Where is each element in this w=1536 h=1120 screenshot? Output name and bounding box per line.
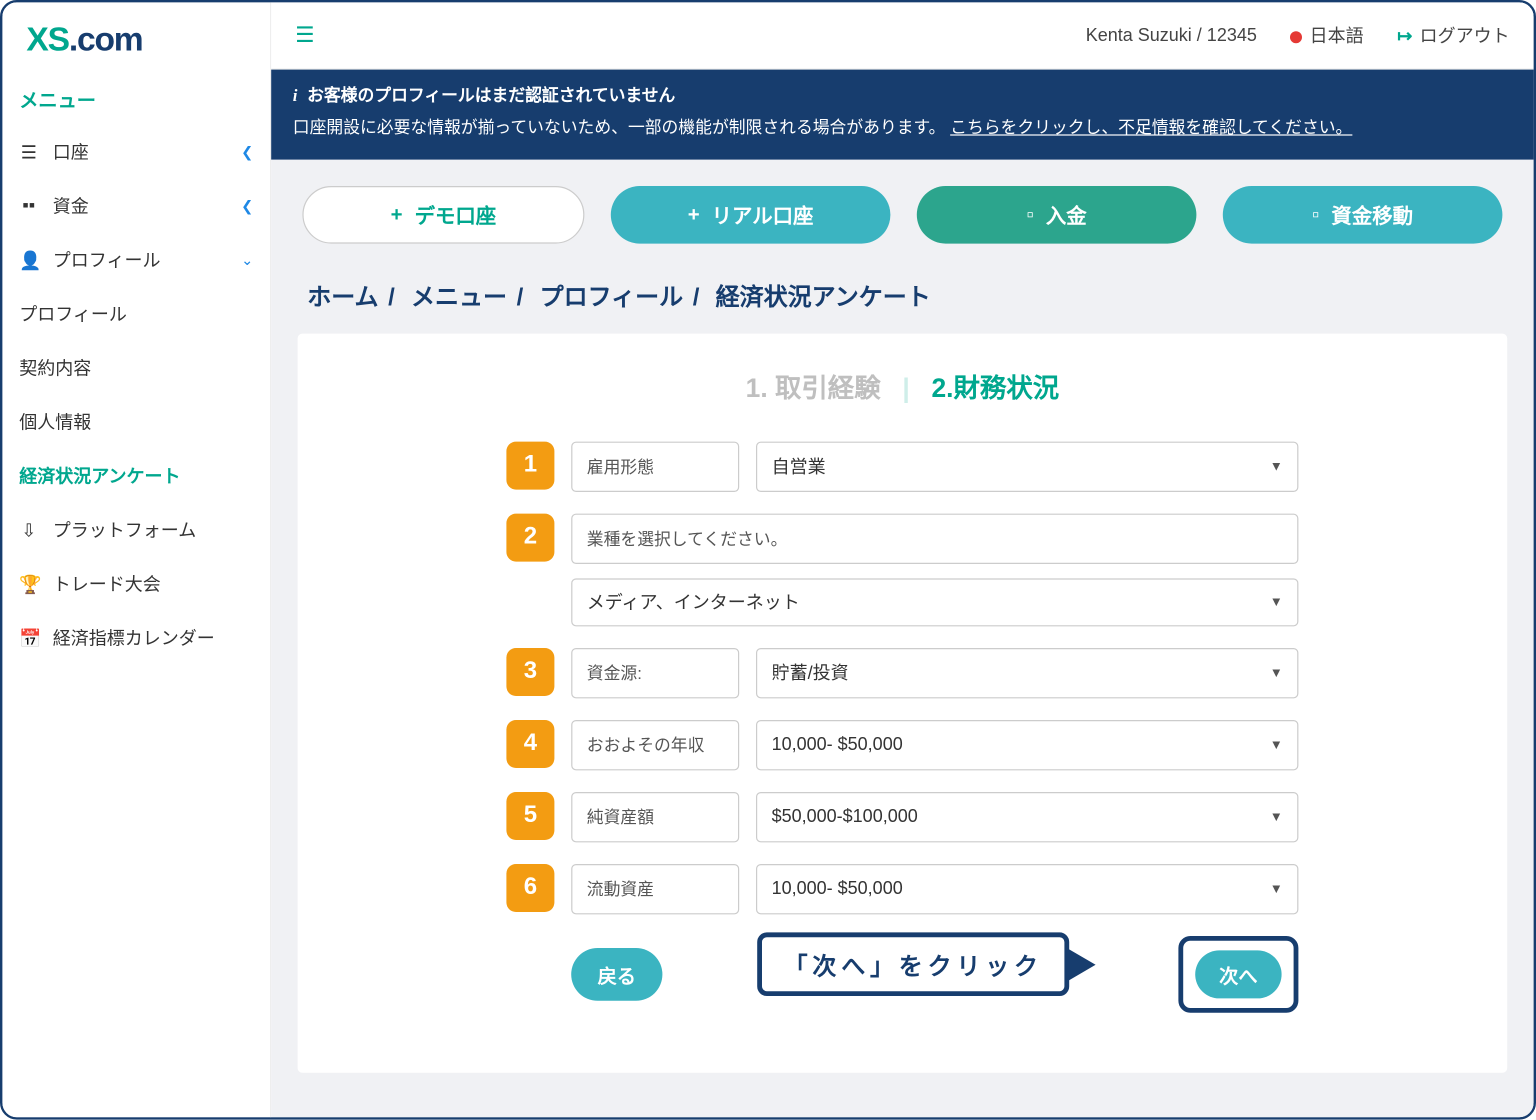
sidebar-item-calendar[interactable]: 📅経済指標カレンダー xyxy=(2,611,270,665)
callout: 「次へ」をクリック xyxy=(757,936,1095,994)
list-icon: ☰ xyxy=(19,141,38,163)
logout-button[interactable]: ↦ログアウト xyxy=(1397,23,1509,48)
q3-label: 資金源: xyxy=(571,648,739,698)
sidebar-sub-profile[interactable]: プロフィール xyxy=(2,287,270,341)
q4-select[interactable]: 10,000- $50,000▼ xyxy=(756,720,1298,770)
chevron-left-icon: ❮ xyxy=(241,143,253,160)
q5-label: 純資産額 xyxy=(571,792,739,842)
next-button[interactable]: 次へ xyxy=(1195,950,1281,998)
card-icon: ▪▪ xyxy=(19,196,38,216)
back-button[interactable]: 戻る xyxy=(571,948,662,1001)
chevron-down-icon: ▼ xyxy=(1270,882,1283,896)
sidebar: XS.com メニュー ☰口座 ❮ ▪▪資金 ❮ 👤プロフィール ⌄ プロフィー… xyxy=(2,2,271,1117)
step-number: 3 xyxy=(506,648,554,696)
demo-account-button[interactable]: +デモ口座 xyxy=(302,186,584,244)
chevron-down-icon: ▼ xyxy=(1270,595,1283,609)
plus-icon: + xyxy=(391,202,403,226)
chevron-down-icon: ▼ xyxy=(1270,810,1283,824)
callout-text: 「次へ」をクリック xyxy=(757,933,1069,997)
menu-title: メニュー xyxy=(2,77,270,125)
action-row: +デモ口座 +リアル口座 ▫入金 ▫資金移動 xyxy=(271,159,1533,269)
transfer-button[interactable]: ▫資金移動 xyxy=(1223,186,1503,244)
logout-icon: ↦ xyxy=(1397,26,1412,46)
deposit-button[interactable]: ▫入金 xyxy=(917,186,1197,244)
next-highlight: 次へ xyxy=(1178,936,1298,1013)
chevron-down-icon: ▼ xyxy=(1270,738,1283,752)
step-indicator: 1. 取引経験 | 2.財務状況 xyxy=(346,367,1460,405)
language-selector[interactable]: 日本語 xyxy=(1290,23,1363,48)
sidebar-item-funds[interactable]: ▪▪資金 ❮ xyxy=(2,179,270,233)
card-icon: ▫ xyxy=(1312,202,1319,226)
sidebar-item-profile[interactable]: 👤プロフィール ⌄ xyxy=(2,233,270,287)
step-number: 2 xyxy=(506,513,554,561)
q1-select[interactable]: 自営業▼ xyxy=(756,441,1298,491)
sidebar-item-accounts[interactable]: ☰口座 ❮ xyxy=(2,125,270,179)
jp-flag-icon xyxy=(1290,31,1302,43)
sidebar-sub-contract[interactable]: 契約内容 xyxy=(2,341,270,395)
topbar: ☰ Kenta Suzuki / 12345 日本語 ↦ログアウト xyxy=(271,2,1533,69)
q3-select[interactable]: 貯蓄/投資▼ xyxy=(756,648,1298,698)
crumb-profile[interactable]: プロフィール xyxy=(540,284,684,310)
hamburger-icon[interactable]: ☰ xyxy=(295,23,314,48)
step-number: 1 xyxy=(506,441,554,489)
callout-arrow-icon xyxy=(1067,948,1096,982)
step-2: 2.財務状況 xyxy=(932,373,1060,403)
user-label: Kenta Suzuki / 12345 xyxy=(1086,25,1257,45)
q5-select[interactable]: $50,000-$100,000▼ xyxy=(756,792,1298,842)
form-panel: 1. 取引経験 | 2.財務状況 1 雇用形態 自営業▼ 2 業種を選択してくだ… xyxy=(298,333,1508,1072)
notice-link[interactable]: こちらをクリックし、不足情報を確認してください。 xyxy=(950,117,1352,136)
app-frame: XS.com メニュー ☰口座 ❮ ▪▪資金 ❮ 👤プロフィール ⌄ プロフィー… xyxy=(0,0,1536,1120)
real-account-button[interactable]: +リアル口座 xyxy=(611,186,891,244)
survey-form: 1 雇用形態 自営業▼ 2 業種を選択してください。 メディア、インターネット▼… xyxy=(506,441,1298,1012)
q1-label: 雇用形態 xyxy=(571,441,739,491)
logo: XS.com xyxy=(2,2,270,76)
step-number: 6 xyxy=(506,864,554,912)
user-icon: 👤 xyxy=(19,249,38,271)
verification-notice: iお客様のプロフィールはまだ認証されていません 口座開設に必要な情報が揃っていな… xyxy=(271,70,1533,160)
sidebar-item-competition[interactable]: 🏆トレード大会 xyxy=(2,557,270,611)
card-icon: ▫ xyxy=(1027,202,1034,226)
step-number: 4 xyxy=(506,720,554,768)
trophy-icon: 🏆 xyxy=(19,573,38,595)
q4-label: おおよその年収 xyxy=(571,720,739,770)
q6-label: 流動資産 xyxy=(571,864,739,914)
plus-icon: + xyxy=(688,202,700,226)
q2-select[interactable]: メディア、インターネット▼ xyxy=(571,578,1298,626)
q6-select[interactable]: 10,000- $50,000▼ xyxy=(756,864,1298,914)
crumb-home[interactable]: ホーム xyxy=(307,284,378,310)
calendar-icon: 📅 xyxy=(19,627,38,649)
q2-label: 業種を選択してください。 xyxy=(571,513,1298,563)
sidebar-item-platform[interactable]: ⇩プラットフォーム xyxy=(2,503,270,557)
crumb-current: 経済状況アンケート xyxy=(716,284,931,310)
step-1: 1. 取引経験 xyxy=(746,373,881,403)
crumb-menu[interactable]: メニュー xyxy=(411,284,507,310)
breadcrumb: ホーム/ メニュー/ プロフィール/ 経済状況アンケート xyxy=(271,270,1533,334)
sidebar-sub-survey[interactable]: 経済状況アンケート xyxy=(2,449,270,503)
main: ☰ Kenta Suzuki / 12345 日本語 ↦ログアウト iお客様のプ… xyxy=(271,2,1533,1117)
info-icon: i xyxy=(293,88,298,106)
download-icon: ⇩ xyxy=(19,519,38,541)
chevron-left-icon: ❮ xyxy=(241,197,253,214)
chevron-down-icon: ▼ xyxy=(1270,666,1283,680)
step-number: 5 xyxy=(506,792,554,840)
chevron-down-icon: ▼ xyxy=(1270,459,1283,473)
chevron-down-icon: ⌄ xyxy=(241,251,253,268)
sidebar-sub-personal[interactable]: 個人情報 xyxy=(2,395,270,449)
